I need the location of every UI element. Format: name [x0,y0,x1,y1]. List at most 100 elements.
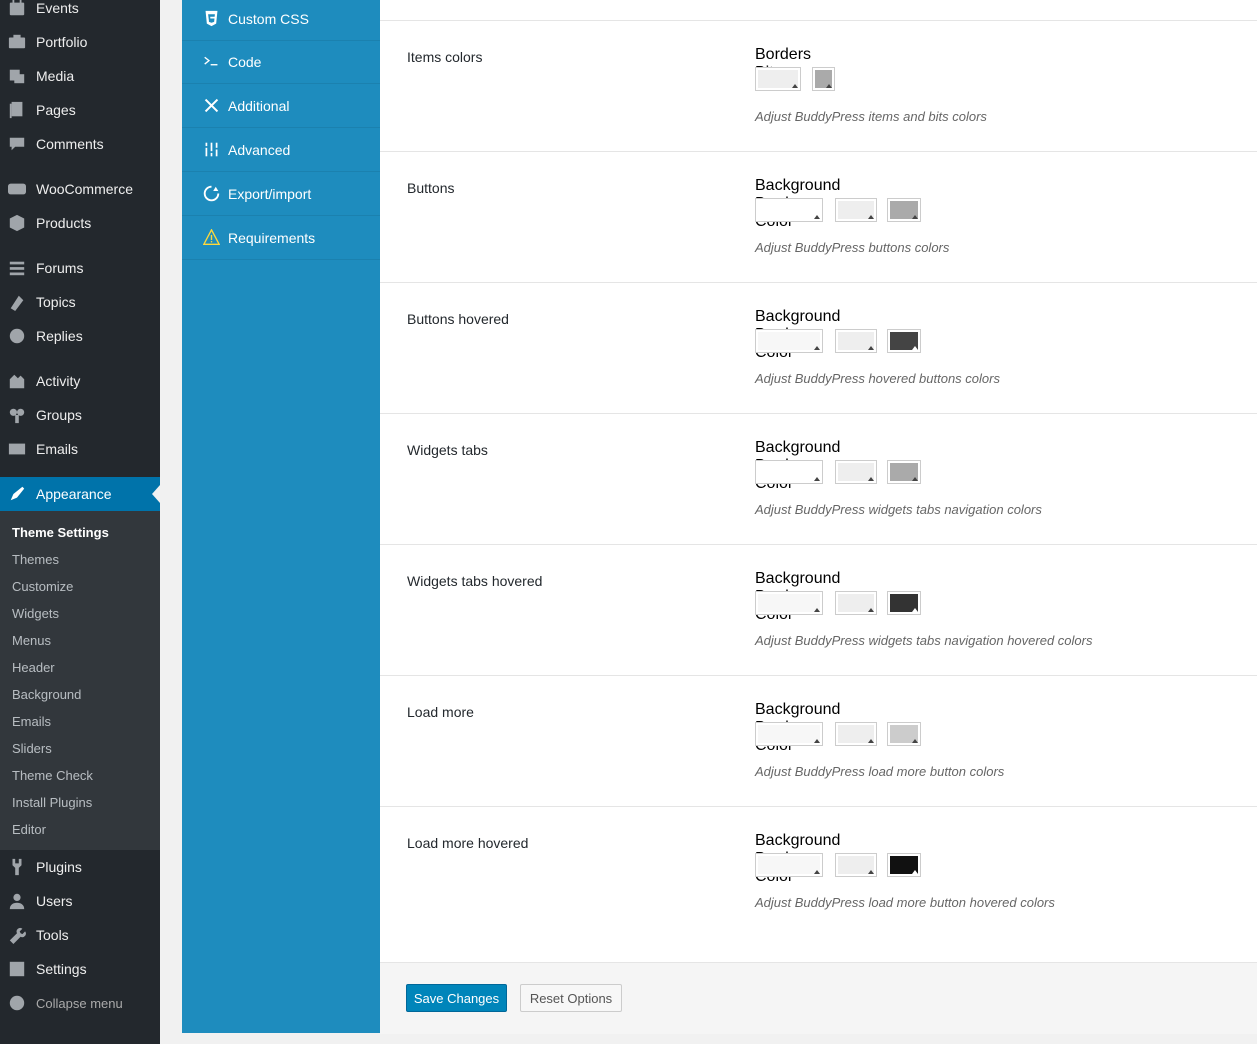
admin-menu-item-replies[interactable]: Replies [0,319,160,353]
options-tab-custom-css[interactable]: Custom CSS [182,0,380,41]
picker-arrow-icon [814,870,820,874]
color-picker-border[interactable] [835,853,877,877]
portfolio-icon [7,32,27,52]
submenu-item-themes[interactable]: Themes [12,552,59,567]
picker-arrow-icon [814,215,820,219]
admin-menu-item-comments[interactable]: Comments [0,127,160,161]
submenu-item-background[interactable]: Background [12,687,81,702]
admin-menu-item-pages[interactable]: Pages [0,93,160,127]
admin-menu-item-forums[interactable]: Forums [0,251,160,285]
submenu-item-theme-check[interactable]: Theme Check [12,768,93,783]
admin-sidebar: Theme Settings Themes Customize Widgets Menu… [0,0,160,1044]
admin-menu-item-users[interactable]: Users [0,884,160,918]
picker-label: Background [755,308,841,325]
pages-icon [7,100,27,120]
admin-menu-item-topics[interactable]: Topics [0,285,160,319]
admin-menu-item-products[interactable]: Products [0,206,160,240]
options-tab-label: Advanced [228,141,291,158]
picker-arrow-icon [814,346,820,350]
options-tab-export-import[interactable]: Export/import [182,172,380,216]
products-icon [7,213,27,233]
options-tab-requirements[interactable]: Requirements [182,216,380,260]
admin-menu-item-media[interactable]: Media [0,59,160,93]
picker-arrow-icon [814,608,820,612]
color-picker-color[interactable] [887,722,921,746]
media-icon [7,66,27,86]
admin-menu-label: Activity [36,373,81,389]
admin-menu-label: Products [36,215,92,231]
options-tab-advanced[interactable]: Advanced [182,128,380,172]
admin-menu-item-tools[interactable]: Tools [0,918,160,952]
admin-menu-item-settings[interactable]: Settings [0,952,160,986]
color-picker-border[interactable] [835,722,877,746]
submenu-item-widgets[interactable]: Widgets [12,606,59,621]
admin-menu-label: Emails [36,441,79,457]
admin-menu-label: Comments [36,136,104,152]
admin-menu-item-portfolio[interactable]: Portfolio [0,25,160,59]
picker-arrow-icon [826,84,832,88]
options-tab-code[interactable]: Code [182,40,380,84]
color-chip [758,725,820,743]
calendar-icon [7,0,27,18]
picker-arrow-icon [868,346,874,350]
color-picker-color[interactable] [887,460,921,484]
submenu-item-menus[interactable]: Menus [12,633,51,648]
admin-menu-item-activity[interactable]: Activity [0,364,160,398]
admin-menu-item-collapse-menu[interactable]: Collapse menu [0,986,160,1020]
options-tab-additional[interactable]: Additional [182,84,380,128]
color-picker-background[interactable] [755,853,823,877]
admin-menu-item-groups[interactable]: Groups [0,398,160,432]
admin-menu-item-plugins[interactable]: Plugins [0,850,160,884]
options-tab-label: Code [228,53,262,70]
picker-label: Borders [755,46,812,63]
reset-options-button[interactable]: Reset Options [520,984,622,1012]
color-picker-border[interactable] [835,591,877,615]
admin-menu-item-events[interactable]: Events [0,0,160,25]
color-picker-bits[interactable] [812,67,835,91]
color-picker-background[interactable] [755,722,823,746]
picker-label: Background [755,701,841,718]
setting-label: Load more hovered [407,835,529,851]
color-picker-border[interactable] [835,460,877,484]
sliders-icon [201,141,221,158]
color-picker-background[interactable] [755,460,823,484]
color-picker-background[interactable] [755,329,823,353]
submenu-item-header[interactable]: Header [12,660,55,675]
color-chip [758,463,820,481]
picker-arrow-icon [912,608,918,612]
emails-icon [7,439,27,459]
submenu-item-customize[interactable]: Customize [12,579,73,594]
submenu-item-sliders[interactable]: Sliders [12,741,52,756]
picker-arrow-icon [912,346,918,350]
admin-menu-item-appearance[interactable]: Appearance [0,477,160,511]
submenu-item-theme-settings[interactable]: Theme Settings [12,525,109,540]
admin-menu-label: Pages [36,102,76,118]
admin-menu-label: WooCommerce [36,181,133,197]
color-picker-color[interactable] [887,198,921,222]
admin-menu-label: Plugins [36,859,82,875]
admin-menu-item-emails[interactable]: Emails [0,432,160,466]
setting-label: Widgets tabs [407,442,488,458]
color-picker-borders[interactable] [755,67,801,91]
picker-arrow-icon [912,870,918,874]
options-tab-label: Additional [228,97,290,114]
save-changes-button[interactable]: Save Changes [406,984,507,1012]
refresh-icon [201,185,221,202]
color-picker-color[interactable] [887,329,921,353]
color-picker-color[interactable] [887,853,921,877]
setting-description: Adjust BuddyPress items and bits colors [755,109,987,124]
plugins-icon [7,857,27,877]
submenu-item-editor[interactable]: Editor [12,822,46,837]
submenu-item-install-plugins[interactable]: Install Plugins [12,795,92,810]
color-chip [758,594,820,612]
color-picker-color[interactable] [887,591,921,615]
color-pickers: BackgroundBorderColor [755,832,921,886]
color-picker-border[interactable] [835,329,877,353]
color-picker-background[interactable] [755,591,823,615]
color-picker-border[interactable] [835,198,877,222]
tools-icon [7,925,27,945]
submenu-item-emails[interactable]: Emails [12,714,51,729]
admin-menu-item-woocommerce[interactable]: WooCommerce [0,172,160,206]
color-picker-background[interactable] [755,198,823,222]
admin-menu-label: Replies [36,328,83,344]
